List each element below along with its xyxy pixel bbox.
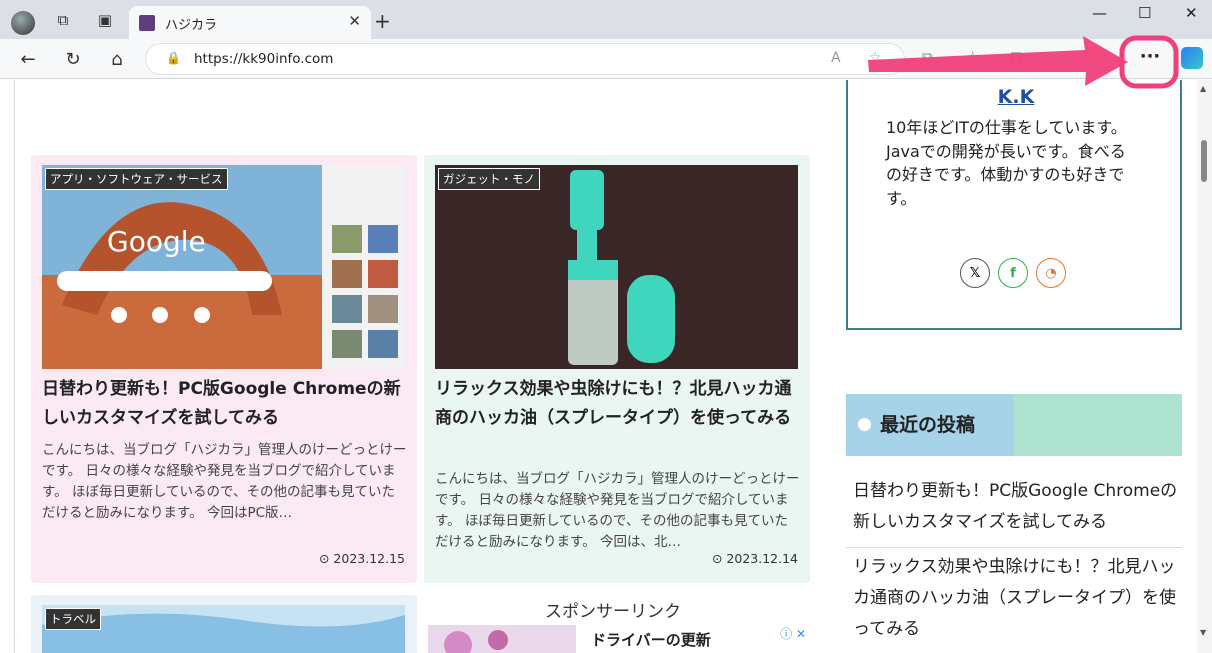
article-date: ⊙ 2023.12.14 — [711, 551, 798, 566]
back-arrow-icon[interactable]: ← — [16, 47, 40, 71]
url-text[interactable]: https://kk90info.com — [194, 51, 333, 67]
collections-icon[interactable]: ⊡ — [1010, 48, 1023, 66]
web-page: Google アプリ・ソフトウェア・サービス 日替わり更新も！PC版Google… — [14, 80, 1198, 653]
article-card[interactable]: ガジェット・モノ リラックス効果や虫除けにも！？北見ハッカ通商のハッカ油（スプレ… — [424, 155, 810, 583]
lock-icon[interactable]: 🔒 — [166, 51, 181, 65]
workspaces-icon[interactable]: ⧉ — [52, 9, 74, 31]
x-twitter-icon[interactable]: 𝕏 — [960, 258, 990, 288]
site-favicon-icon — [139, 15, 155, 31]
category-badge[interactable]: ガジェット・モノ — [438, 168, 540, 190]
new-tab-icon[interactable]: + — [374, 9, 391, 33]
ad-info-icon[interactable]: ⓘ ✕ — [780, 625, 806, 642]
article-card[interactable]: トラベル — [31, 595, 417, 653]
scroll-down-icon[interactable]: ▼ — [1200, 628, 1206, 637]
category-badge[interactable]: アプリ・ソフトウェア・サービス — [45, 168, 228, 190]
maximize-icon[interactable]: ☐ — [1138, 4, 1151, 22]
article-thumbnail[interactable]: Google アプリ・ソフトウェア・サービス — [42, 165, 405, 369]
minimize-icon[interactable]: — — [1092, 4, 1107, 22]
sponsor-label: スポンサーリンク — [545, 602, 681, 622]
recent-post-link[interactable]: リラックス効果や虫除けにも！？北見ハッカ通商のハッカ油（スプレータイプ）を使って… — [853, 552, 1182, 645]
author-bio: 10年ほどITの仕事をしています。Javaでの開発が長いです。食べるの好きです。… — [886, 118, 1127, 208]
tab-active[interactable]: ハジカラ ✕ — [129, 6, 371, 40]
close-tab-icon[interactable]: ✕ — [348, 12, 361, 30]
tab-title: ハジカラ — [165, 18, 218, 33]
favorite-star-icon[interactable]: ☆ — [869, 50, 882, 66]
article-excerpt: こんにちは、当ブログ「ハジカラ」管理人のけーどっとけーです。 日々の様々な経験や… — [42, 442, 407, 521]
article-card[interactable]: Google アプリ・ソフトウェア・サービス 日替わり更新も！PC版Google… — [31, 155, 417, 583]
article-date: ⊙ 2023.12.15 — [318, 551, 405, 566]
split-screen-icon[interactable]: ⧉ — [922, 48, 933, 66]
article-title[interactable]: リラックス効果や虫除けにも！？北見ハッカ通商のハッカ油（スプレータイプ）を使って… — [435, 375, 800, 433]
rss-icon[interactable]: ◔ — [1036, 258, 1066, 288]
read-aloud-icon[interactable]: A — [831, 50, 841, 66]
scroll-up-icon[interactable]: ▲ — [1200, 84, 1206, 93]
tab-actions-icon[interactable]: ▣ — [94, 9, 116, 31]
feedly-icon[interactable]: f — [998, 258, 1028, 288]
close-window-icon[interactable]: ✕ — [1185, 4, 1198, 22]
profile-avatar[interactable] — [11, 11, 35, 35]
ad-title[interactable]: ドライバーの更新 — [591, 629, 711, 650]
author-name[interactable]: K.K — [848, 86, 1184, 108]
chrome-newtab-screenshot-image: Google — [42, 165, 405, 369]
address-bar[interactable]: 🔒 https://kk90info.com A ☆ — [145, 43, 905, 75]
refresh-icon[interactable]: ↻ — [61, 47, 85, 71]
home-icon[interactable]: ⌂ — [105, 47, 129, 71]
copilot-icon[interactable] — [1181, 47, 1203, 69]
divider — [846, 547, 1182, 548]
article-thumbnail[interactable]: ガジェット・モノ — [435, 165, 798, 369]
article-excerpt: こんにちは、当ブログ「ハジカラ」管理人のけーどっとけーです。 日々の様々な経験や… — [435, 471, 800, 550]
article-thumbnail[interactable]: トラベル — [42, 605, 405, 653]
svg-text:Google: Google — [107, 225, 206, 258]
heading-dot-icon — [858, 418, 871, 431]
category-badge[interactable]: トラベル — [45, 608, 101, 630]
scroll-thumb[interactable] — [1201, 140, 1207, 182]
recent-post-link[interactable]: 日替わり更新も！PC版Google Chromeの新しいカスタマイズを試してみる — [853, 476, 1182, 538]
ad-block[interactable]: ドライバーの更新 ⓘ ✕ — [428, 625, 808, 653]
more-menu-icon[interactable]: ··· — [1132, 45, 1168, 73]
page-scrollbar[interactable]: ▲ ▼ — [1197, 80, 1212, 653]
title-bar: ⧉ ▣ ハジカラ ✕ + — ☐ ✕ — [0, 0, 1212, 40]
favorites-icon[interactable]: ☆ — [966, 48, 979, 66]
browser-toolbar: ← ↻ ⌂ 🔒 https://kk90info.com A ☆ ⧉ ☆ ⊡ — [0, 39, 1212, 79]
ad-image — [428, 625, 576, 653]
recent-posts-heading: 最近の投稿 — [846, 394, 1182, 456]
mint-spray-bottle-image — [435, 165, 798, 369]
profile-box: K.K 10年ほどITの仕事をしています。Javaでの開発が長いです。食べるの好… — [846, 80, 1182, 330]
article-title[interactable]: 日替わり更新も！PC版Google Chromeの新しいカスタマイズを試してみる — [42, 375, 407, 433]
recent-posts-label: 最近の投稿 — [880, 414, 976, 436]
